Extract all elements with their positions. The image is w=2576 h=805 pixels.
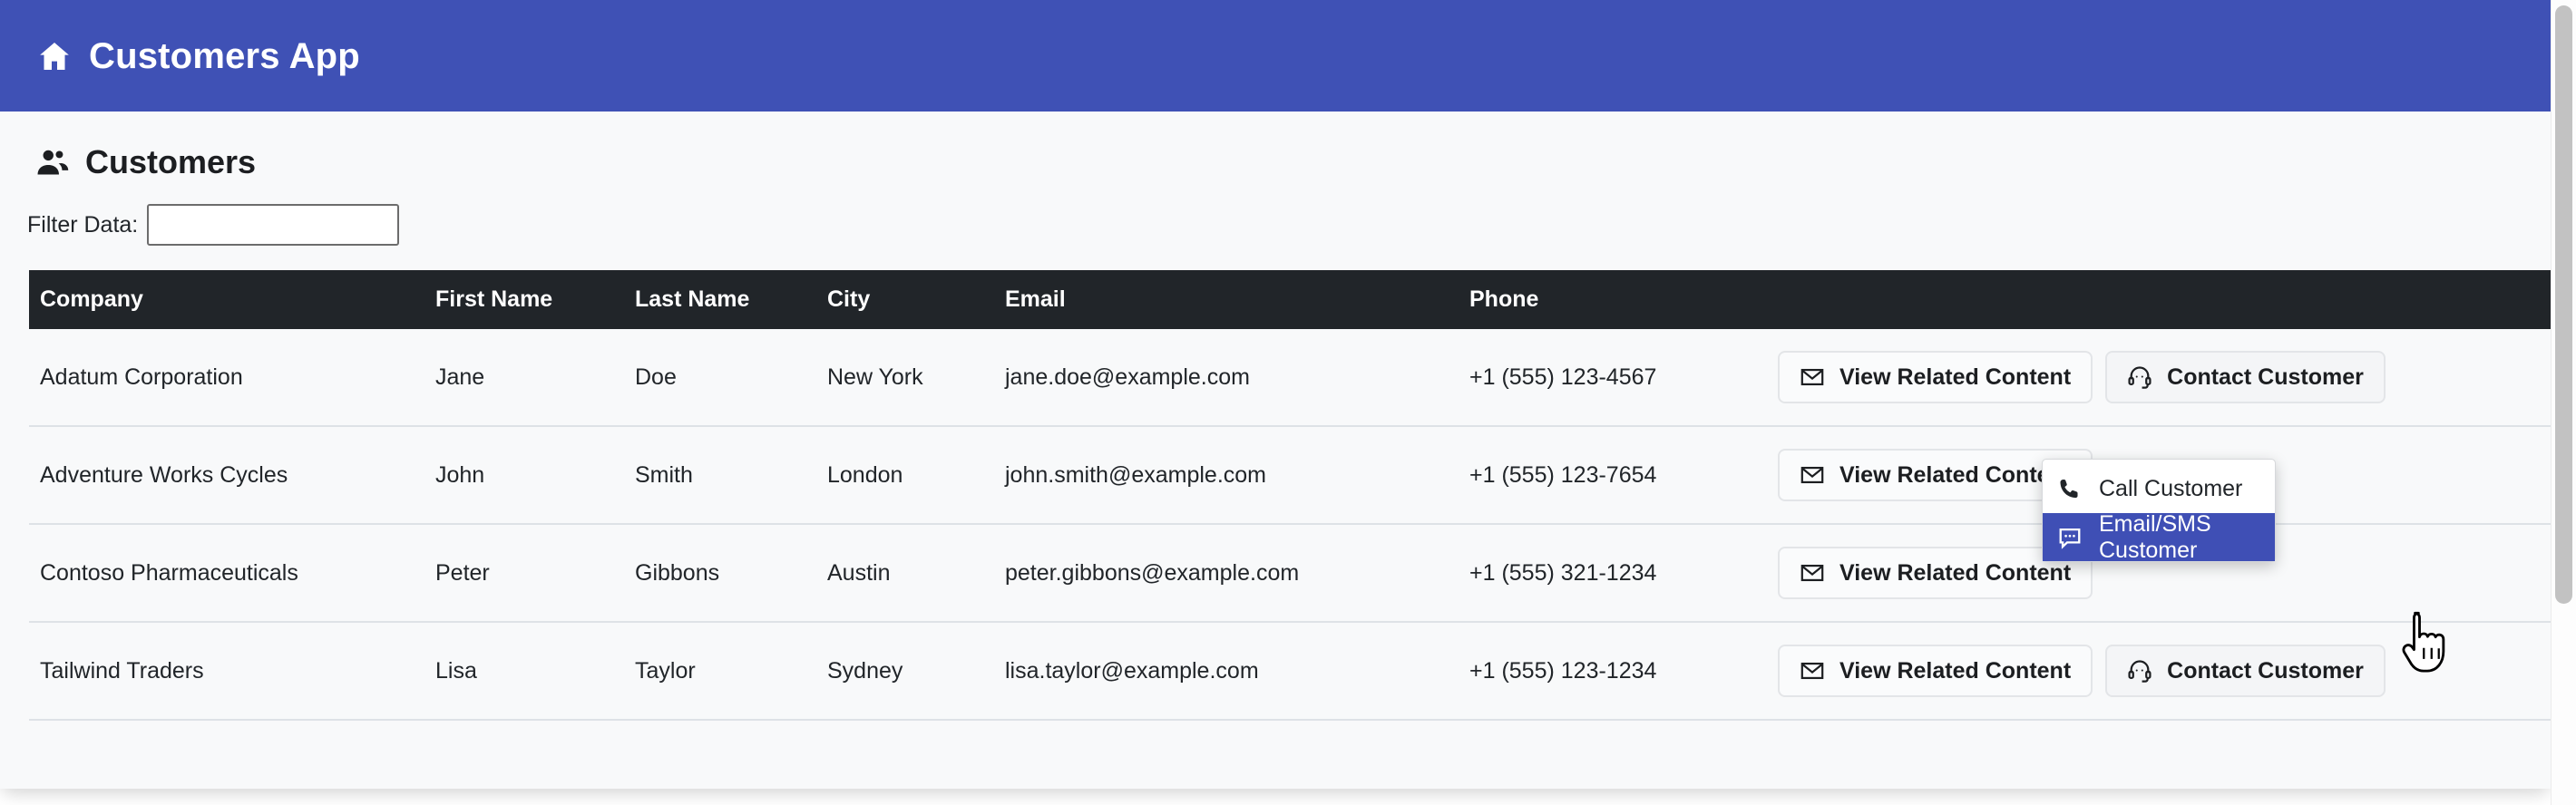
button-label: View Related Content: [1839, 364, 2072, 390]
cell-city: New York: [827, 329, 1005, 427]
column-header-company[interactable]: Company: [29, 270, 435, 329]
menu-item-label: Call Customer: [2099, 476, 2243, 501]
view-related-content-button[interactable]: View Related Content: [1778, 645, 2093, 697]
cell-company: Contoso Pharmaceuticals: [29, 524, 435, 623]
cell-city: Sydney: [827, 622, 1005, 721]
filter-label: Filter Data:: [27, 211, 139, 238]
cell-last-name: Doe: [635, 329, 827, 427]
button-label: Contact Customer: [2167, 657, 2364, 684]
people-icon: [34, 144, 71, 180]
chat-bubble-icon: [2057, 525, 2083, 550]
app-bar: Customers App: [0, 0, 2551, 112]
cell-first-name: Lisa: [435, 622, 635, 721]
button-label: Contact Customer: [2167, 364, 2364, 390]
button-label: View Related Content: [1839, 559, 2072, 586]
content-area: Customers Filter Data: Company First Nam…: [0, 112, 2551, 789]
cell-actions: View Related Content: [1778, 329, 2551, 427]
cell-email: peter.gibbons@example.com: [1005, 524, 1469, 623]
filter-row: Filter Data:: [0, 180, 2551, 246]
page-root: Customers App Customers Filter Data: Com…: [0, 0, 2576, 805]
column-header-first-name[interactable]: First Name: [435, 270, 635, 329]
column-header-last-name[interactable]: Last Name: [635, 270, 827, 329]
row-actions: View Related Content: [1778, 623, 2551, 719]
cell-phone: +1 (555) 123-4567: [1469, 329, 1778, 427]
phone-icon: [2057, 477, 2083, 502]
section-heading: Customers: [0, 112, 2551, 180]
contact-customer-button[interactable]: Contact Customer: [2105, 645, 2386, 697]
cell-company: Adventure Works Cycles: [29, 426, 435, 525]
contact-customer-button[interactable]: Contact Customer: [2105, 351, 2386, 403]
table-row: Adatum Corporation Jane Doe New York jan…: [29, 329, 2551, 427]
table-header-row: Company First Name Last Name City Email …: [29, 270, 2551, 329]
headset-support-icon: [2127, 658, 2152, 684]
cell-company: Tailwind Traders: [29, 622, 435, 721]
button-label: View Related Content: [1839, 657, 2072, 684]
cell-company: Adatum Corporation: [29, 329, 435, 427]
cell-first-name: Jane: [435, 329, 635, 427]
contact-customer-dropdown-menu: Call Customer Email/SMS Customer: [2042, 459, 2276, 563]
cell-phone: +1 (555) 123-7654: [1469, 426, 1778, 525]
view-related-content-button[interactable]: View Related Content: [1778, 351, 2093, 403]
table-head: Company First Name Last Name City Email …: [29, 270, 2551, 329]
table-row: Tailwind Traders Lisa Taylor Sydney lisa…: [29, 622, 2551, 721]
column-header-phone[interactable]: Phone: [1469, 270, 1778, 329]
cell-actions: View Related Content: [1778, 622, 2551, 721]
home-icon[interactable]: [34, 36, 74, 76]
app-title: Customers App: [89, 35, 360, 76]
cell-phone: +1 (555) 321-1234: [1469, 524, 1778, 623]
cell-email: lisa.taylor@example.com: [1005, 622, 1469, 721]
envelope-icon: [1800, 658, 1825, 684]
vertical-scrollbar-thumb[interactable]: [2555, 5, 2572, 604]
row-actions: View Related Content: [1778, 329, 2551, 425]
menu-item-call-customer[interactable]: Call Customer: [2043, 465, 2275, 513]
column-header-email[interactable]: Email: [1005, 270, 1469, 329]
envelope-icon: [1800, 462, 1825, 488]
menu-item-email-sms-customer[interactable]: Email/SMS Customer: [2043, 510, 2275, 563]
cell-phone: +1 (555) 123-1234: [1469, 622, 1778, 721]
menu-item-label: Email/SMS Customer: [2099, 510, 2211, 563]
page-title: Customers: [85, 143, 257, 180]
cell-last-name: Taylor: [635, 622, 827, 721]
cell-email: john.smith@example.com: [1005, 426, 1469, 525]
column-header-city[interactable]: City: [827, 270, 1005, 329]
cell-first-name: Peter: [435, 524, 635, 623]
vertical-scrollbar-track[interactable]: [2551, 0, 2576, 805]
cell-city: London: [827, 426, 1005, 525]
cell-email: jane.doe@example.com: [1005, 329, 1469, 427]
cell-city: Austin: [827, 524, 1005, 623]
column-header-actions: [1778, 270, 2551, 329]
app-shell: Customers App Customers Filter Data: Com…: [0, 0, 2551, 789]
filter-input[interactable]: [147, 204, 400, 246]
cell-last-name: Smith: [635, 426, 827, 525]
envelope-icon: [1800, 364, 1825, 390]
button-label: View Related Content: [1839, 461, 2072, 488]
cell-last-name: Gibbons: [635, 524, 827, 623]
headset-support-icon: [2127, 364, 2152, 390]
cell-first-name: John: [435, 426, 635, 525]
envelope-icon: [1800, 560, 1825, 586]
